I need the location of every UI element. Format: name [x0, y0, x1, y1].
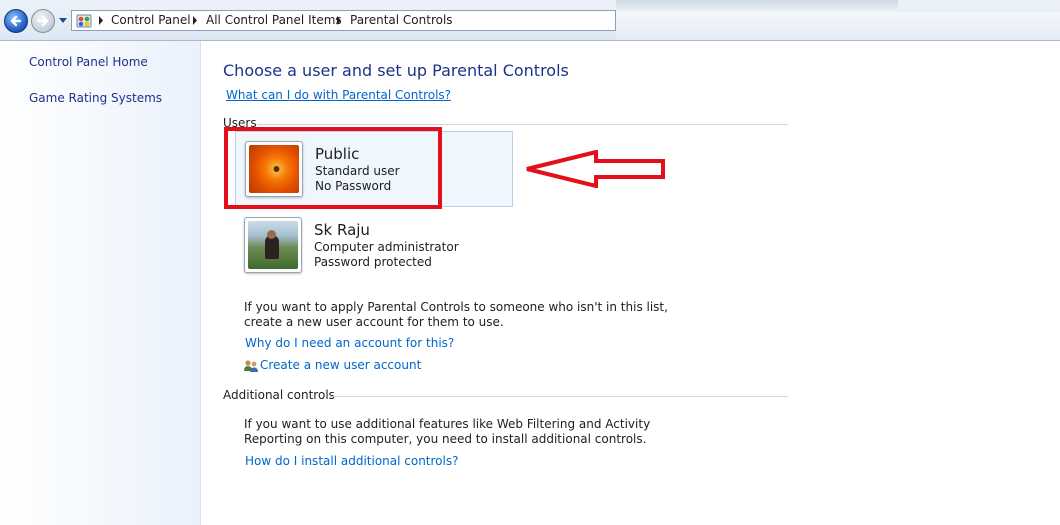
control-panel-window: Control Panel All Control Panel Items Pa…: [0, 0, 1060, 525]
sidebar-item-control-panel-home[interactable]: Control Panel Home: [29, 55, 148, 69]
address-bar[interactable]: Control Panel All Control Panel Items Pa…: [71, 10, 616, 31]
why-account-link[interactable]: Why do I need an account for this?: [245, 336, 454, 350]
search-area: [616, 12, 1060, 40]
additional-controls-label: Additional controls: [223, 388, 335, 402]
divider: [257, 124, 788, 125]
control-panel-icon: [76, 14, 92, 28]
create-user-account-link[interactable]: Create a new user account: [260, 358, 421, 372]
navigation-bar: Control Panel All Control Panel Items Pa…: [0, 0, 1060, 41]
user-account-type: Computer administrator: [314, 240, 459, 254]
breadcrumb-separator-icon[interactable]: [97, 15, 105, 26]
breadcrumb-control-panel[interactable]: Control Panel: [111, 13, 191, 27]
new-account-text-line-1: If you want to apply Parental Controls t…: [244, 300, 668, 314]
user-password-status: Password protected: [314, 255, 432, 269]
page-title: Choose a user and set up Parental Contro…: [223, 61, 569, 80]
help-link[interactable]: What can I do with Parental Controls?: [226, 88, 451, 102]
breadcrumb-parental-controls[interactable]: Parental Controls: [350, 13, 453, 27]
forward-button[interactable]: [31, 9, 55, 33]
user-photo-icon: [248, 221, 298, 269]
breadcrumb-all-items[interactable]: All Control Panel Items: [206, 13, 342, 27]
person-head: [267, 230, 276, 239]
user-name: Sk Raju: [314, 221, 370, 239]
back-button[interactable]: [4, 9, 28, 33]
annotation-arrow-icon: [526, 150, 665, 188]
additional-text-line-1: If you want to use additional features l…: [244, 417, 651, 431]
back-arrow-icon: [10, 15, 22, 27]
avatar: [244, 217, 302, 273]
annotation-highlight-box: [224, 127, 442, 209]
breadcrumb-separator-icon[interactable]: [191, 15, 199, 26]
breadcrumb-separator-icon[interactable]: [335, 15, 343, 26]
forward-arrow-icon: [37, 15, 49, 27]
user-tile-sk-raju[interactable]: Sk Raju Computer administrator Password …: [235, 208, 513, 284]
divider: [330, 396, 788, 397]
additional-text-line-2: Reporting on this computer, you need to …: [244, 432, 647, 446]
chevron-down-icon[interactable]: [58, 15, 68, 25]
install-controls-link[interactable]: How do I install additional controls?: [245, 454, 458, 468]
left-task-pane: Control Panel Home Game Rating Systems: [0, 41, 201, 525]
new-account-text-line-2: create a new user account for them to us…: [244, 315, 504, 329]
sidebar-item-game-rating-systems[interactable]: Game Rating Systems: [29, 91, 162, 105]
users-icon: [244, 360, 258, 372]
